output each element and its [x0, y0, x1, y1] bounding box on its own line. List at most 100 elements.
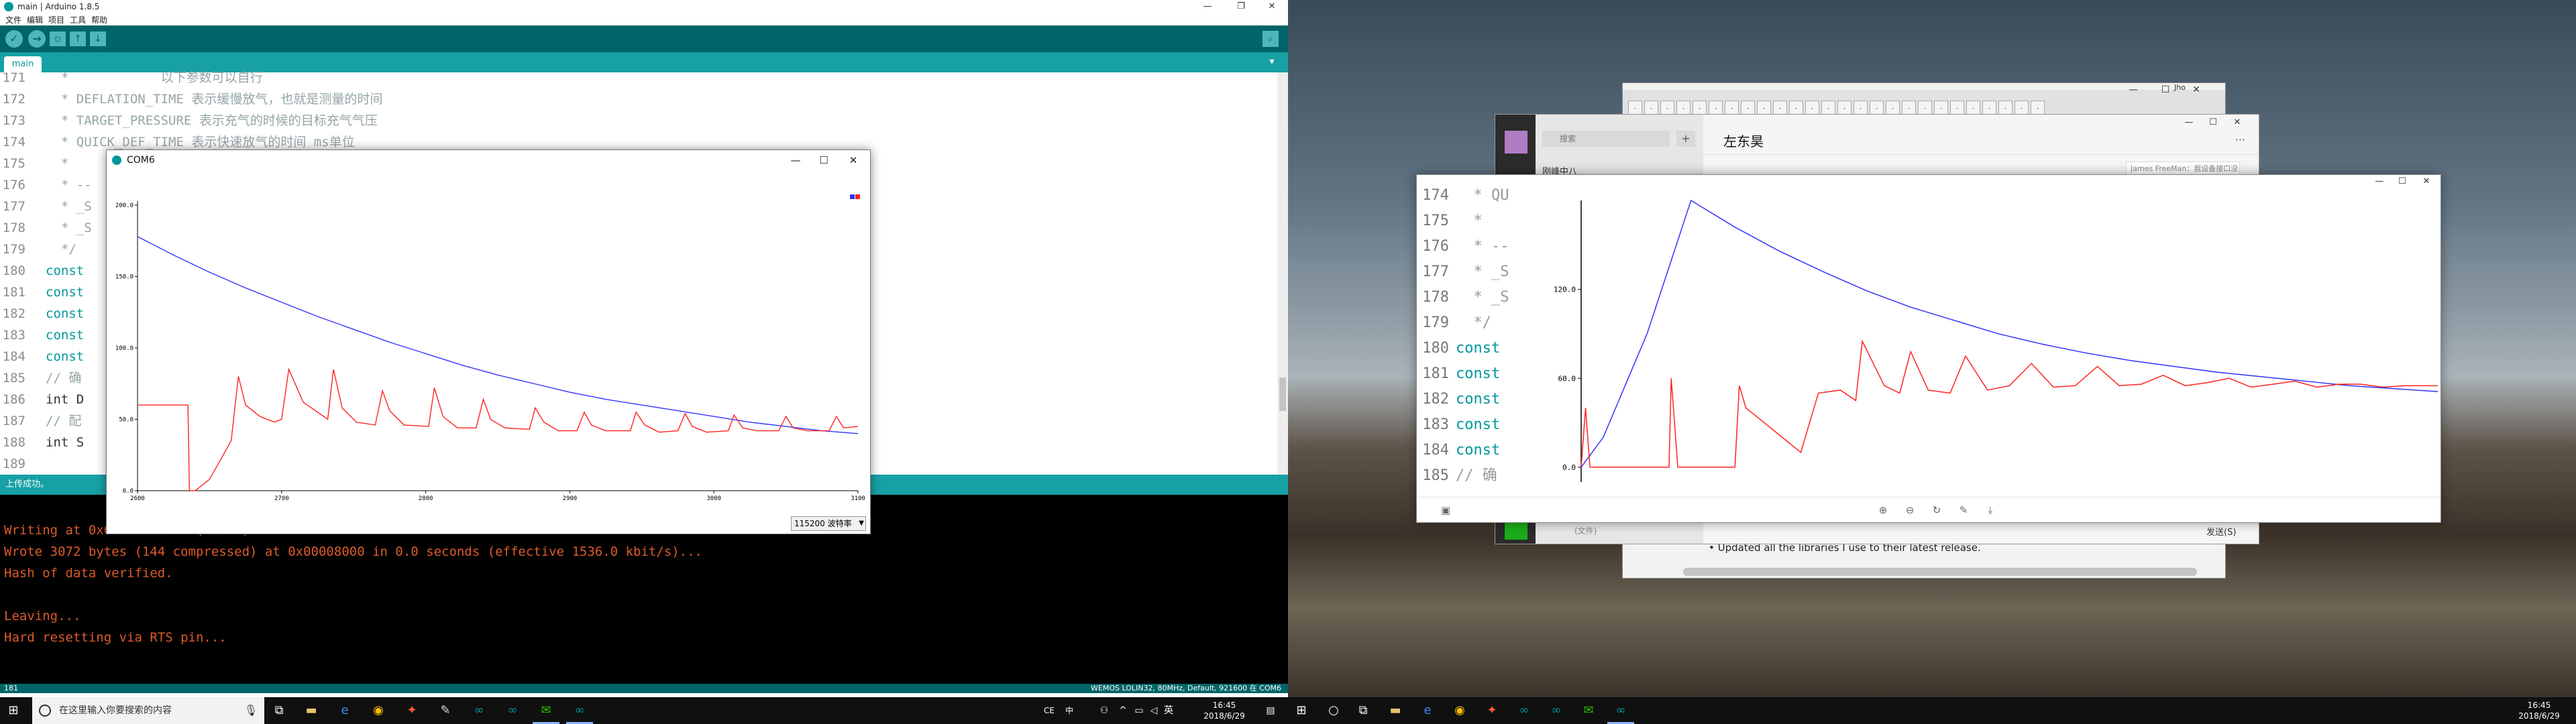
wechat-icon[interactable]: ✉ [537, 701, 555, 720]
close-button[interactable]: ✕ [2415, 176, 2438, 192]
x-tick-label: 3100 [851, 495, 865, 502]
serial-plot-chart: 0.0 50.0 100.0 150.0 200.0 2600 2700 2800 2900 30… [115, 194, 865, 502]
avatar[interactable] [1505, 131, 1527, 154]
line-number: 189 [2, 457, 25, 471]
reset-icon[interactable]: ↻ [1929, 503, 1944, 518]
serial-monitor-icon[interactable]: ⌕ [1263, 31, 1279, 47]
menu-tools[interactable]: 工具 [70, 14, 86, 25]
line-number: 183 [2, 328, 25, 343]
legend-swatch-2 [855, 194, 860, 199]
code-line[interactable]: 173 * TARGET_PRESSURE 表示充气的时候的目标充气气压 [0, 110, 1275, 131]
code-text: * QUICK_DEF_TIME 表示快速放气的时间 ms单位 [46, 135, 355, 149]
menu-sketch[interactable]: 项目 [48, 14, 64, 25]
add-chat-button[interactable]: + [1676, 131, 1695, 147]
menu-file[interactable]: 文件 [5, 14, 21, 25]
line-number: 178 [2, 221, 25, 235]
task-view-icon[interactable]: ⧉ [270, 701, 288, 720]
chrome-icon[interactable]: ◉ [369, 701, 388, 720]
code-text: * -- [46, 178, 92, 192]
clock[interactable]: 16:45 2018/6/29 [1194, 700, 1254, 721]
clock-date: 2018/6/29 [2518, 711, 2560, 721]
code-text: * DEFLATION_TIME 表示缓慢放气，也就是测量的时间 [46, 92, 383, 107]
chrome-icon[interactable]: ◉ [1450, 701, 1469, 720]
save-file-icon[interactable]: ↓ [90, 32, 106, 46]
console-line: Leaving... [4, 609, 81, 623]
edit-icon[interactable]: ✎ [1956, 503, 1971, 518]
right-monitor: · · · · · · · · · · · · · · · · · · · · · · · · · · Jho — ☐ ✕ • U… [1288, 0, 2576, 724]
maximize-button[interactable]: ☐ [2391, 176, 2414, 192]
close-button[interactable]: ✕ [2228, 117, 2247, 131]
baud-rate-select[interactable]: 115200 波特率 ▼ [791, 516, 866, 531]
tray-label[interactable]: CE [1040, 701, 1059, 720]
arduino-taskbar-icon[interactable]: ∞ [1547, 701, 1566, 720]
line-number: 172 [2, 92, 25, 107]
send-button[interactable]: 发送(S) [2206, 525, 2252, 541]
minimize-button[interactable]: — [2180, 117, 2198, 131]
minimize-button[interactable]: — [780, 150, 811, 170]
maximize-button[interactable]: ❐ [1228, 0, 1254, 13]
close-button[interactable]: ✕ [838, 150, 869, 170]
line-number: 177 [2, 199, 25, 214]
line-number: 187 [2, 414, 25, 428]
menu-help[interactable]: 帮助 [91, 14, 107, 25]
editor-scrollbar[interactable] [1277, 72, 1288, 475]
y-tick-label: 120.0 [1554, 286, 1576, 294]
arduino-taskbar-icon[interactable]: ∞ [570, 701, 589, 720]
zoom-out-icon[interactable]: ⊖ [1902, 503, 1917, 518]
y-tick-label: 150.0 [115, 274, 133, 281]
task-view-icon[interactable]: ⧉ [1354, 701, 1373, 720]
app-icon[interactable]: ✦ [402, 701, 421, 720]
save-icon[interactable]: ▣ [1438, 503, 1453, 518]
console-line: Wrote 3072 bytes (144 compressed) at 0x0… [4, 544, 702, 559]
microphone-icon[interactable]: 🎙 [244, 697, 258, 724]
ime-indicator[interactable]: 中 [1060, 701, 1079, 720]
search-input[interactable]: 搜索 [1542, 131, 1670, 147]
edge-icon[interactable]: e [1418, 701, 1437, 720]
app-icon[interactable]: ✎ [436, 701, 455, 720]
code-text: * [46, 156, 76, 171]
windows-start-icon[interactable]: ⊞ [4, 701, 23, 720]
scrollbar-thumb[interactable] [1279, 377, 1286, 411]
windows-start-icon[interactable]: ⊞ [1292, 701, 1311, 720]
horizontal-scrollbar[interactable] [1683, 568, 2197, 576]
file-explorer-icon[interactable]: ▬ [302, 701, 321, 720]
wechat-icon[interactable]: ✉ [1579, 701, 1598, 720]
maximize-button[interactable]: ☐ [808, 150, 839, 170]
menu-edit[interactable]: 编辑 [27, 14, 43, 25]
close-button[interactable]: ✕ [2181, 84, 2212, 101]
taskbar-search-box[interactable]: 在这里输入你要搜索的内容 🎙 [32, 697, 264, 724]
people-icon[interactable]: ⚇ [1095, 701, 1114, 720]
zoom-in-icon[interactable]: ⊕ [1876, 503, 1890, 518]
app-icon[interactable]: ✦ [1483, 701, 1501, 720]
arduino-taskbar-icon[interactable]: ∞ [503, 701, 522, 720]
close-button[interactable]: ✕ [1258, 0, 1285, 13]
plot-toolbar: ▣ ⊕ ⊖ ↻ ✎ ⤓ [1417, 497, 2440, 522]
clock[interactable]: 16:45 2018/6/29 [2509, 700, 2569, 721]
arduino-taskbar-icon[interactable]: ∞ [1611, 701, 1630, 720]
minimize-button[interactable]: — [2368, 176, 2391, 192]
file-explorer-icon[interactable]: ▬ [1386, 701, 1405, 720]
maximize-button[interactable]: ☐ [2204, 117, 2222, 131]
arduino-toolbar: ✓ → ▫ ↑ ↓ ⌕ [0, 25, 1288, 52]
arduino-taskbar-icon[interactable]: ∞ [1515, 701, 1534, 720]
code-text: int S [46, 435, 85, 450]
maximize-button[interactable]: ☐ [2150, 84, 2181, 101]
new-file-icon[interactable]: ▫ [50, 32, 66, 46]
verify-icon[interactable]: ✓ [5, 30, 23, 48]
open-file-icon[interactable]: ↑ [70, 32, 86, 46]
line-number: 181 [2, 285, 25, 300]
upload-icon[interactable]: → [28, 30, 46, 48]
notification-icon[interactable]: ▤ [1261, 701, 1280, 720]
download-icon[interactable]: ⤓ [1983, 503, 1998, 518]
minimize-button[interactable]: — [2118, 84, 2149, 101]
chat-header: 左东昊 ··· [1703, 115, 2259, 155]
message-preview: James FreeMan：我设备接口没有 [2126, 162, 2240, 186]
minimize-button[interactable]: — [1194, 0, 1221, 13]
ime-icon[interactable]: 英 [1159, 701, 1178, 720]
edge-icon[interactable]: e [335, 701, 354, 720]
cortana-icon[interactable]: ○ [1324, 701, 1343, 720]
arduino-taskbar-icon[interactable]: ∞ [470, 701, 488, 720]
code-line[interactable]: 172 * DEFLATION_TIME 表示缓慢放气，也就是测量的时间 [0, 88, 1275, 110]
code-line[interactable]: 171 * 以下参数可以自行 [0, 67, 1275, 88]
more-icon[interactable]: ··· [2235, 133, 2245, 146]
